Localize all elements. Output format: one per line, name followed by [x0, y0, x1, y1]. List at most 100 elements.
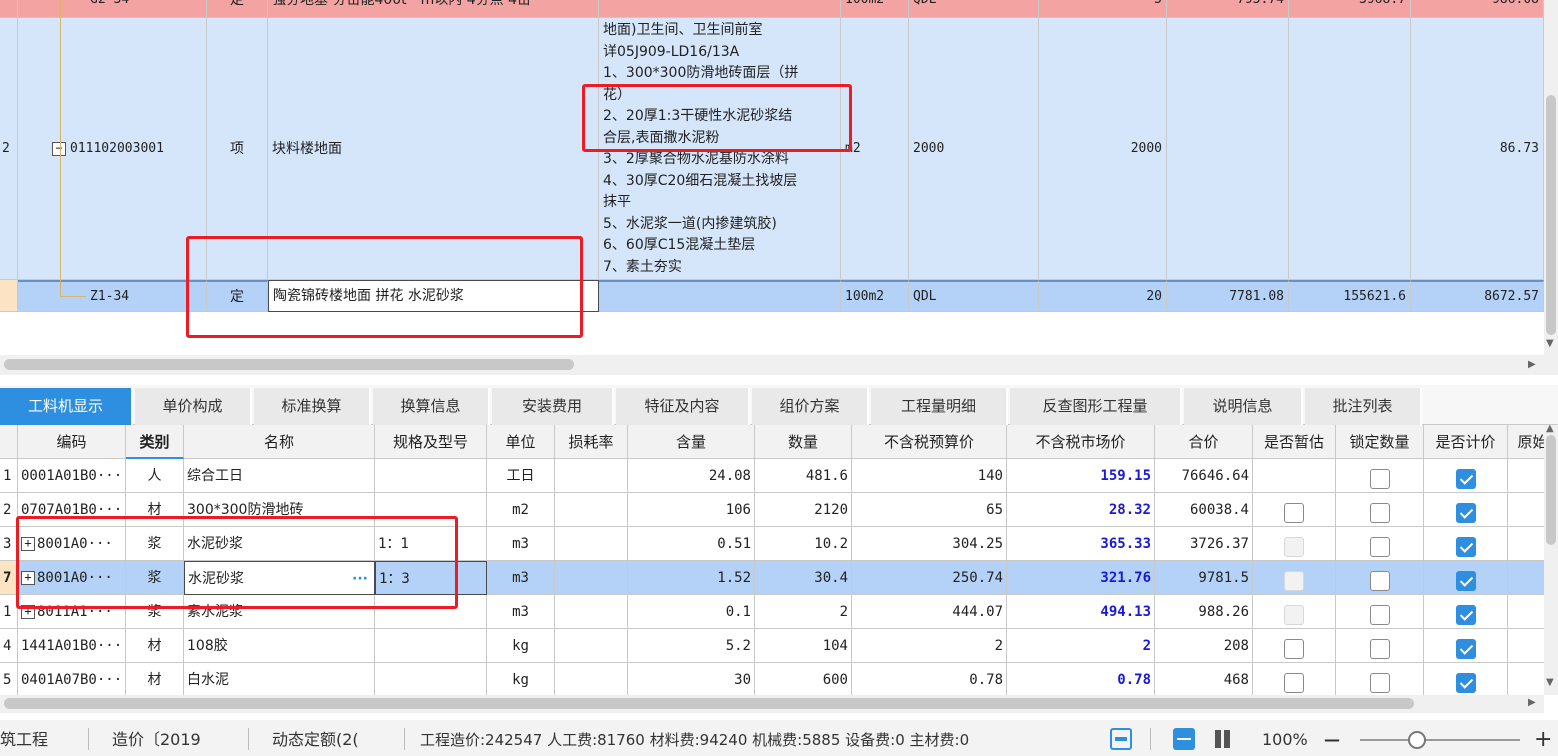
scroll-down-icon[interactable]: ▼ [1546, 677, 1554, 688]
tab-notes[interactable]: 说明信息 [1184, 388, 1303, 425]
scroll-right-icon[interactable]: ▶ [1528, 697, 1536, 708]
checkbox[interactable] [1369, 639, 1390, 659]
scroll-up-icon[interactable]: ▲ [1546, 423, 1554, 434]
zoom-out-button[interactable]: — [1324, 720, 1340, 756]
tab-conversion-info[interactable]: 换算信息 [373, 388, 490, 425]
column-header[interactable]: 合价 [1155, 425, 1253, 459]
layout-horizontal-icon[interactable] [1173, 728, 1195, 750]
column-header[interactable]: 规格及型号 [375, 425, 487, 459]
name-cell[interactable]: 白水泥 [184, 663, 375, 695]
column-header[interactable]: 锁定数量 [1336, 425, 1424, 459]
is-estimate-cell[interactable] [1253, 459, 1336, 493]
scroll-down-icon[interactable]: ▼ [1546, 338, 1554, 349]
column-header[interactable]: 不含税市场价 [1007, 425, 1155, 459]
scrollbar-thumb[interactable] [1546, 95, 1556, 335]
tab-quantity-detail[interactable]: 工程量明细 [871, 388, 1008, 425]
column-header[interactable]: 数量 [755, 425, 852, 459]
row-qty-expr[interactable]: QDL [909, 280, 1039, 312]
checkbox[interactable] [1455, 639, 1476, 659]
scroll-right-icon[interactable]: ▶ [1528, 359, 1536, 370]
checkbox[interactable] [1455, 605, 1476, 625]
is-estimate-cell[interactable] [1253, 595, 1336, 629]
tab-unit-price[interactable]: 单价构成 [135, 388, 252, 425]
column-header[interactable]: 编码 [18, 425, 126, 459]
tab-features[interactable]: 特征及内容 [616, 388, 750, 425]
checkbox[interactable] [1284, 639, 1304, 659]
lock-quantity-cell[interactable] [1336, 595, 1424, 629]
is-estimate-cell[interactable] [1253, 527, 1336, 561]
is-estimate-cell[interactable] [1253, 629, 1336, 663]
checkbox[interactable] [1369, 503, 1390, 523]
column-header[interactable]: 单位 [487, 425, 555, 459]
checkbox[interactable] [1369, 605, 1390, 625]
is-priced-cell[interactable] [1424, 459, 1508, 493]
status-project[interactable]: 筑工程 [0, 720, 48, 756]
column-header[interactable]: 含量 [628, 425, 755, 459]
name-cell[interactable]: 108胶 [184, 629, 375, 663]
checkbox[interactable] [1455, 469, 1476, 489]
panel-toggle-icon[interactable] [1110, 728, 1132, 750]
scrollbar-thumb[interactable] [4, 359, 574, 370]
checkbox[interactable] [1284, 571, 1304, 591]
column-header[interactable]: 是否计价 [1424, 425, 1508, 459]
tab-install-fee[interactable]: 安装费用 [492, 388, 614, 425]
zoom-slider-track[interactable] [1360, 739, 1520, 741]
lock-quantity-cell[interactable] [1336, 459, 1424, 493]
checkbox[interactable] [1455, 571, 1476, 591]
zoom-slider-handle[interactable] [1408, 731, 1426, 749]
zoom-in-button[interactable]: + [1534, 720, 1552, 756]
collapse-toggle-icon[interactable]: − [52, 141, 66, 156]
is-estimate-cell[interactable] [1253, 561, 1336, 595]
checkbox[interactable] [1284, 537, 1304, 557]
code-cell[interactable]: 0401A07B0··· [18, 663, 126, 695]
is-priced-cell[interactable] [1424, 629, 1508, 663]
is-priced-cell[interactable] [1424, 493, 1508, 527]
lock-quantity-cell[interactable] [1336, 663, 1424, 695]
column-header[interactable]: 类别 [126, 425, 184, 459]
checkbox[interactable] [1455, 503, 1476, 523]
lock-quantity-cell[interactable] [1336, 629, 1424, 663]
layout-vertical-icon[interactable] [1214, 730, 1232, 748]
checkbox[interactable] [1284, 503, 1304, 523]
row-qty-expr[interactable]: 2000 [909, 18, 1039, 280]
tab-annotations[interactable]: 批注列表 [1305, 388, 1422, 425]
is-priced-cell[interactable] [1424, 561, 1508, 595]
tab-pricing-scheme[interactable]: 组价方案 [752, 388, 869, 425]
row-code[interactable]: G2-34 [18, 0, 207, 18]
checkbox[interactable] [1369, 469, 1390, 489]
checkbox[interactable] [1284, 605, 1304, 625]
status-quota[interactable]: 动态定额(2( [272, 720, 359, 756]
column-header[interactable]: 原始 [1508, 425, 1544, 459]
is-priced-cell[interactable] [1424, 663, 1508, 695]
lock-quantity-cell[interactable] [1336, 561, 1424, 595]
lower-vertical-scrollbar[interactable]: ▲ ▼ [1544, 423, 1558, 695]
upper-vertical-scrollbar[interactable]: ▼ [1544, 0, 1558, 375]
checkbox[interactable] [1455, 537, 1476, 557]
code-cell[interactable]: 1441A01B0··· [18, 629, 126, 663]
lock-quantity-cell[interactable] [1336, 493, 1424, 527]
upper-horizontal-scrollbar[interactable]: ▶ [0, 355, 1544, 375]
is-priced-cell[interactable] [1424, 595, 1508, 629]
row-code-cell[interactable]: −011102003001 [18, 18, 207, 280]
scrollbar-thumb[interactable] [4, 698, 1414, 709]
checkbox[interactable] [1369, 537, 1390, 557]
row-name[interactable]: 强夯地基 夯击能400t・m以内 4夯点 4击 [268, 0, 599, 18]
tab-standard-conversion[interactable]: 标准换算 [254, 388, 371, 425]
code-cell[interactable]: 0001A01B0··· [18, 459, 126, 493]
column-header[interactable]: 是否暂估 [1253, 425, 1336, 459]
row-code[interactable]: Z1-34 [18, 280, 207, 312]
column-header[interactable]: 不含税预算价 [852, 425, 1007, 459]
is-estimate-cell[interactable] [1253, 493, 1336, 527]
is-estimate-cell[interactable] [1253, 663, 1336, 695]
status-pricing[interactable]: 造价〔2019 [112, 720, 201, 756]
column-header[interactable]: 损耗率 [555, 425, 628, 459]
checkbox[interactable] [1455, 673, 1476, 693]
lock-quantity-cell[interactable] [1336, 527, 1424, 561]
checkbox[interactable] [1369, 673, 1390, 693]
lower-horizontal-scrollbar[interactable]: ▶ [0, 695, 1544, 713]
scrollbar-thumb[interactable] [1546, 435, 1556, 545]
column-header[interactable]: 名称 [184, 425, 375, 459]
checkbox[interactable] [1284, 673, 1304, 693]
tab-labor-material-machine[interactable]: 工料机显示 [0, 388, 133, 425]
checkbox[interactable] [1369, 571, 1390, 591]
